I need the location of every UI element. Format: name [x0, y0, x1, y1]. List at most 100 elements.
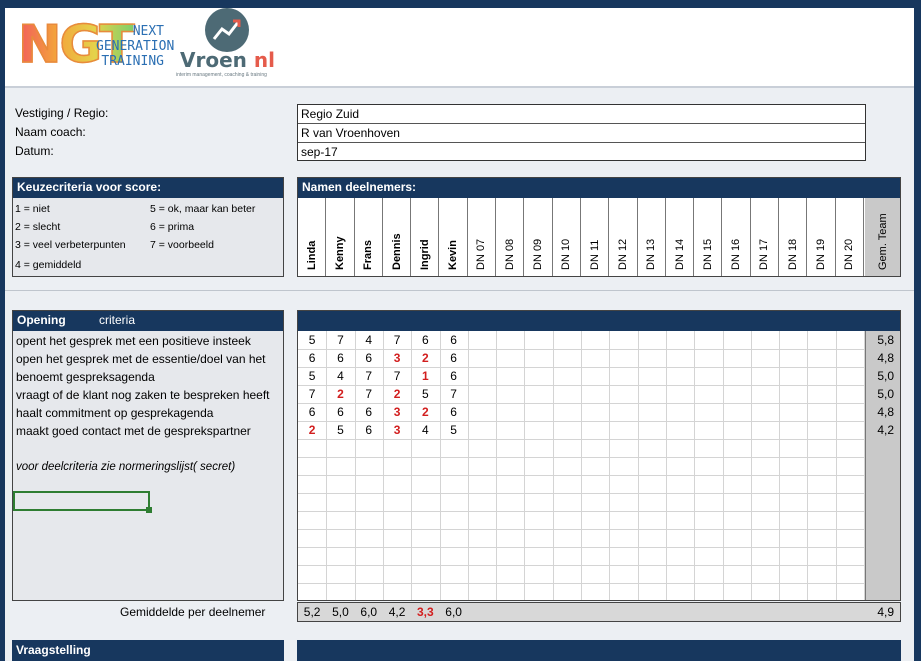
opening-subtitle: criteria [99, 313, 136, 327]
label-datum: Datum: [15, 144, 54, 158]
score-cell[interactable]: 6 [440, 404, 468, 421]
participant-name-cell[interactable]: DN 10 [553, 198, 581, 276]
participant-name: Kevin [447, 240, 460, 270]
keuzecriteria-title: Keuzecriteria voor score: [13, 178, 283, 198]
score-cell[interactable]: 2 [411, 350, 439, 367]
participant-name-cell[interactable]: DN 08 [496, 198, 525, 276]
participant-name-cell[interactable]: Kevin [440, 198, 468, 276]
fill-handle[interactable] [146, 507, 152, 513]
participant-name-cell[interactable]: DN 14 [666, 198, 695, 276]
criterion-row[interactable]: opent het gesprek met een positieve inst… [16, 332, 301, 350]
participant-name: DN 20 [843, 238, 856, 270]
team-average-label: Gem. Team [876, 213, 889, 270]
criterion-row[interactable]: haalt commitment op gesprekagenda [16, 404, 301, 422]
keuzecriteria-panel: Keuzecriteria voor score: 1 = niet 2 = s… [12, 177, 284, 277]
score-cell[interactable]: 3 [383, 422, 411, 439]
criteria-6: 6 = prima [150, 221, 195, 233]
criterion-row[interactable]: open het gesprek met de essentie/doel va… [16, 350, 301, 368]
participant-name: DN 12 [616, 238, 629, 270]
participant-name-cell[interactable]: DN 18 [779, 198, 808, 276]
participant-name-cell[interactable]: DN 09 [524, 198, 553, 276]
participant-name-cell[interactable]: DN 15 [694, 198, 723, 276]
score-cell[interactable]: 7 [298, 386, 326, 403]
vraagstelling-header-bar [297, 640, 901, 661]
grid-vline [694, 331, 696, 600]
score-cell[interactable]: 2 [326, 386, 354, 403]
score-cell[interactable]: 5 [440, 422, 468, 439]
score-cell[interactable]: 5 [298, 368, 326, 385]
grid-vline [552, 331, 554, 600]
participant-name-cell[interactable]: Dennis [383, 198, 412, 276]
score-cell[interactable]: 7 [326, 332, 354, 349]
opening-title: Opening [17, 313, 66, 327]
criteria-5: 5 = ok, maar kan beter [150, 203, 256, 215]
participant-name-cell[interactable]: DN 13 [638, 198, 666, 276]
team-overall-average: 4,9 [877, 605, 894, 619]
score-cell[interactable]: 2 [411, 404, 439, 421]
score-cell[interactable]: 1 [411, 368, 439, 385]
participant-name: DN 07 [475, 238, 488, 270]
score-cell[interactable]: 6 [355, 350, 383, 367]
participant-name-cell[interactable]: Kenny [326, 198, 355, 276]
participant-name-cell[interactable]: DN 19 [807, 198, 836, 276]
score-cell[interactable]: 2 [383, 386, 411, 403]
score-cell[interactable]: 7 [440, 386, 468, 403]
score-cell[interactable]: 5 [298, 332, 326, 349]
participant-name: DN 15 [701, 238, 714, 270]
score-cell[interactable]: 3 [383, 350, 411, 367]
score-cell[interactable]: 6 [298, 350, 326, 367]
participant-name-cell[interactable]: Ingrid [411, 198, 440, 276]
score-cell[interactable]: 6 [355, 404, 383, 421]
grid-vline [722, 331, 724, 600]
participant-name-cell[interactable]: Linda [298, 198, 327, 276]
team-average-cell: 5,0 [877, 369, 894, 383]
score-cell[interactable]: 6 [326, 350, 354, 367]
participant-average: 3,3 [416, 605, 434, 619]
criterion-row[interactable]: benoemt gespreksagenda [16, 368, 301, 386]
score-cell[interactable]: 7 [355, 368, 383, 385]
participant-name: DN 14 [673, 238, 686, 270]
section-separator [5, 290, 914, 291]
criteria-4: 4 = gemiddeld [15, 259, 82, 271]
score-cell[interactable]: 6 [326, 404, 354, 421]
participant-name-cell[interactable]: DN 20 [836, 198, 864, 276]
criterion-row[interactable]: maakt goed contact met de gesprekspartne… [16, 422, 301, 440]
value-vestiging[interactable]: Regio Zuid [298, 105, 865, 124]
score-cell[interactable]: 2 [298, 422, 326, 439]
label-vestiging: Vestiging / Regio: [15, 106, 109, 120]
participant-name-cell[interactable]: Frans [355, 198, 383, 276]
score-cell[interactable]: 7 [355, 386, 383, 403]
score-cell[interactable]: 6 [411, 332, 439, 349]
participant-name-cell[interactable]: DN 12 [609, 198, 638, 276]
score-cell[interactable]: 7 [383, 368, 411, 385]
criterion-row[interactable]: vraagt of de klant nog zaken te bespreke… [16, 386, 301, 404]
score-cell[interactable]: 6 [440, 332, 468, 349]
score-cell[interactable]: 5 [411, 386, 439, 403]
value-datum[interactable]: sep-17 [298, 143, 865, 162]
participant-name-cell[interactable]: DN 07 [468, 198, 497, 276]
score-cell[interactable]: 6 [440, 368, 468, 385]
ngt-logo-word-next: NEXT [132, 24, 164, 39]
participant-name-cell[interactable]: DN 17 [751, 198, 780, 276]
score-cell[interactable]: 3 [383, 404, 411, 421]
score-cell[interactable]: 5 [326, 422, 354, 439]
selected-cell[interactable] [13, 491, 152, 513]
participant-name-cell[interactable]: DN 11 [581, 198, 610, 276]
score-cell[interactable]: 4 [326, 368, 354, 385]
vraagstelling-title: Vraagstelling [12, 640, 284, 661]
score-cell[interactable]: 6 [440, 350, 468, 367]
score-cell[interactable]: 6 [298, 404, 326, 421]
grid-hline [298, 583, 865, 584]
participant-name: DN 19 [815, 238, 828, 270]
score-cell[interactable]: 4 [355, 332, 383, 349]
grid-hline [298, 511, 865, 512]
participant-name: DN 10 [560, 238, 573, 270]
criteria-1: 1 = niet [15, 203, 50, 215]
score-cell[interactable]: 6 [355, 422, 383, 439]
score-cell[interactable]: 7 [383, 332, 411, 349]
participant-average: 5,2 [303, 605, 321, 619]
value-naam-coach[interactable]: R van Vroenhoven [298, 124, 865, 143]
participant-name: DN 18 [786, 238, 799, 270]
participant-name-cell[interactable]: DN 16 [723, 198, 751, 276]
score-cell[interactable]: 4 [411, 422, 439, 439]
